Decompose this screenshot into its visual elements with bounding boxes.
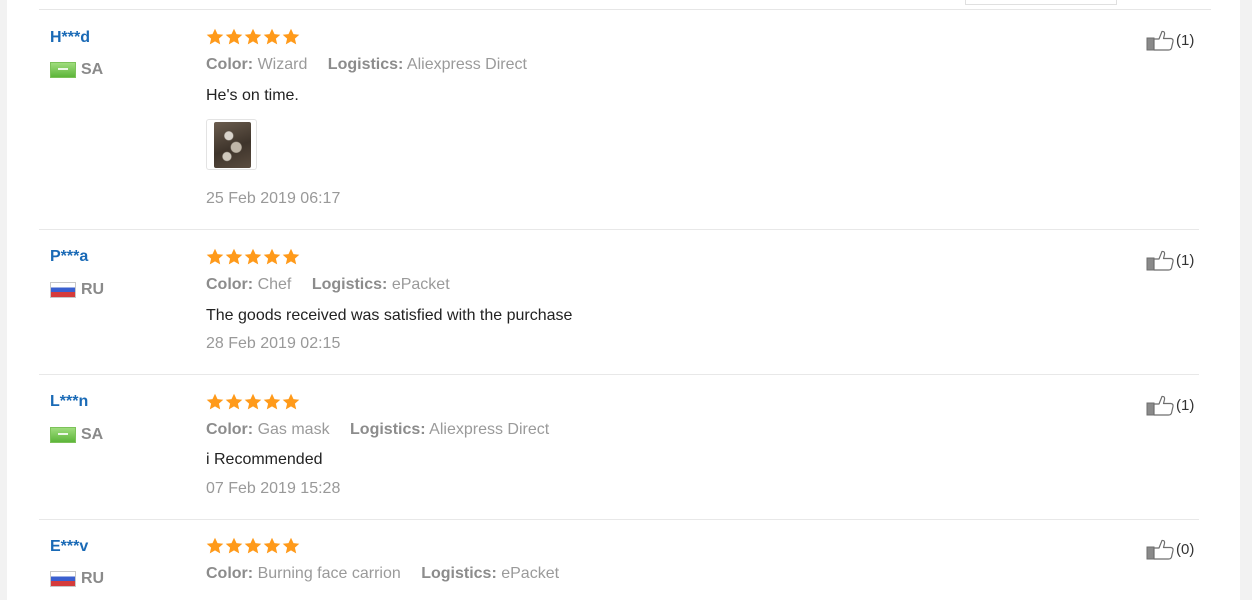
- reviewer-name[interactable]: P***a: [50, 248, 88, 266]
- star-icon: [244, 28, 262, 45]
- helpful-count: (1): [1176, 31, 1195, 49]
- star-icon: [244, 537, 262, 554]
- country-code: SA: [81, 426, 104, 443]
- star-icon: [282, 248, 300, 265]
- review-item: P***a RU Color: Chef Logistics: ePacket …: [7, 230, 1240, 375]
- review-attributes: Color: Gas mask Logistics: Aliexpress Di…: [206, 421, 549, 439]
- logistics-label: Logistics:: [327, 56, 404, 73]
- review-item: L***n SA Color: Gas mask Logistics: Alie…: [7, 375, 1240, 520]
- review-photo-thumbnail[interactable]: [206, 119, 257, 170]
- color-label: Color:: [206, 56, 254, 73]
- review-date: 25 Feb 2019 06:17: [206, 190, 341, 207]
- helpful-button[interactable]: (0): [1146, 538, 1194, 560]
- thumbs-up-icon: [1146, 394, 1175, 416]
- star-icon: [225, 393, 243, 410]
- review-comment: The goods received was satisfied with th…: [206, 307, 573, 324]
- reviewer-country: RU: [50, 281, 104, 299]
- star-icon: [206, 537, 224, 554]
- star-rating: [206, 393, 301, 411]
- color-value: Chef: [257, 276, 292, 293]
- review-photo: [214, 122, 251, 168]
- star-icon: [206, 28, 224, 45]
- logistics-value: ePacket: [501, 565, 560, 582]
- reviewer-name[interactable]: H***d: [50, 29, 90, 47]
- star-icon: [263, 393, 281, 410]
- flag-icon: [50, 571, 76, 587]
- color-label: Color:: [206, 565, 254, 582]
- feedback-panel: H***d SA Color: Wizard Logistics: Aliexp…: [7, 0, 1240, 600]
- star-icon: [225, 248, 243, 265]
- thumbs-up-icon: [1146, 538, 1175, 560]
- helpful-button[interactable]: (1): [1146, 29, 1194, 51]
- star-icon: [263, 537, 281, 554]
- review-attributes: Color: Wizard Logistics: Aliexpress Dire…: [206, 56, 527, 74]
- helpful-button[interactable]: (1): [1146, 394, 1194, 416]
- color-label: Color:: [206, 276, 254, 293]
- helpful-button[interactable]: (1): [1146, 249, 1194, 271]
- logistics-label: Logistics:: [421, 565, 497, 582]
- helpful-count: (1): [1176, 251, 1195, 269]
- star-icon: [244, 248, 262, 265]
- flag-icon: [50, 427, 76, 443]
- star-rating: [206, 28, 301, 46]
- color-value: Burning face carrion: [257, 565, 401, 582]
- flag-icon: [50, 282, 76, 298]
- reviewer-country: RU: [50, 570, 104, 588]
- star-icon: [282, 28, 300, 45]
- review-comment: i Recommended: [206, 451, 323, 468]
- country-code: RU: [81, 570, 105, 587]
- reviewer-name[interactable]: L***n: [50, 393, 88, 411]
- star-icon: [263, 28, 281, 45]
- logistics-value: ePacket: [391, 276, 450, 293]
- reviewer-country: SA: [50, 61, 103, 79]
- star-icon: [206, 393, 224, 410]
- logistics-label: Logistics:: [350, 421, 426, 438]
- star-icon: [225, 28, 243, 45]
- review-item: H***d SA Color: Wizard Logistics: Aliexp…: [7, 0, 1240, 230]
- star-rating: [206, 248, 301, 266]
- color-value: Gas mask: [257, 421, 330, 438]
- star-rating: [206, 537, 301, 555]
- star-icon: [244, 393, 262, 410]
- country-code: SA: [81, 61, 104, 78]
- thumbs-up-icon: [1146, 249, 1175, 271]
- logistics-label: Logistics:: [311, 276, 388, 293]
- reviewer-name[interactable]: E***v: [50, 538, 88, 556]
- star-icon: [206, 248, 224, 265]
- country-code: RU: [81, 281, 105, 298]
- flag-icon: [50, 62, 76, 78]
- star-icon: [282, 537, 300, 554]
- thumbs-up-icon: [1146, 29, 1175, 51]
- review-comment: He's on time.: [206, 87, 299, 104]
- logistics-value: Aliexpress Direct: [406, 56, 527, 73]
- color-value: Wizard: [257, 56, 308, 73]
- logistics-value: Aliexpress Direct: [429, 421, 550, 438]
- review-attributes: Color: Burning face carrion Logistics: e…: [206, 565, 559, 583]
- star-icon: [225, 537, 243, 554]
- review-date: 28 Feb 2019 02:15: [206, 335, 341, 352]
- reviewer-country: SA: [50, 426, 103, 444]
- helpful-count: (0): [1176, 540, 1195, 558]
- review-date: 07 Feb 2019 15:28: [206, 480, 341, 497]
- color-label: Color:: [206, 421, 254, 438]
- star-icon: [282, 393, 300, 410]
- review-attributes: Color: Chef Logistics: ePacket: [206, 276, 450, 294]
- review-item: E***v RU Color: Burning face carrion Log…: [7, 520, 1240, 600]
- star-icon: [263, 248, 281, 265]
- helpful-count: (1): [1176, 396, 1195, 414]
